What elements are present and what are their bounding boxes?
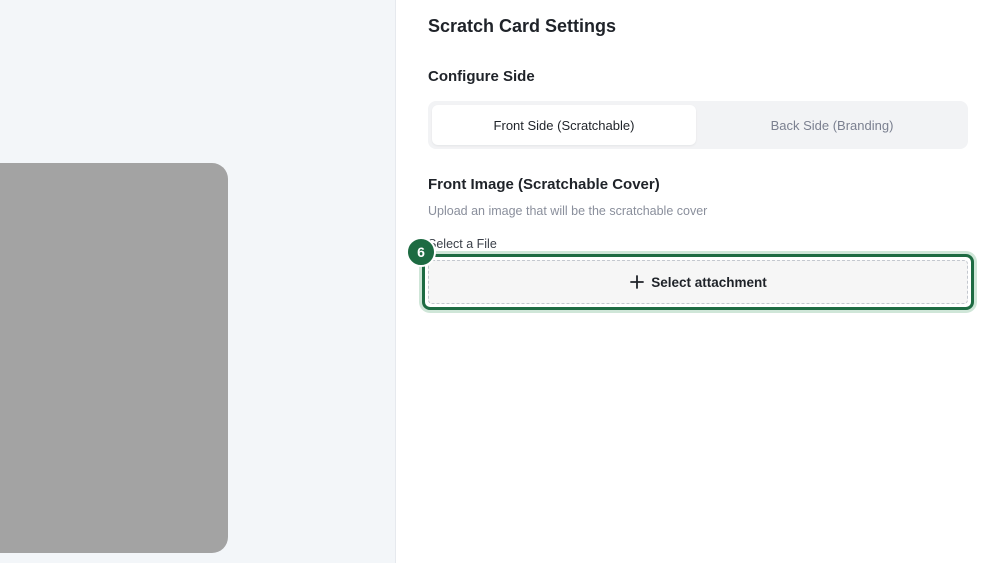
side-toggle: Front Side (Scratchable) Back Side (Bran… (428, 101, 968, 149)
select-attachment-button[interactable]: Select attachment (428, 260, 968, 304)
select-attachment-label: Select attachment (651, 274, 767, 290)
scratch-card-preview (0, 163, 228, 553)
configure-side-label: Configure Side (428, 68, 535, 85)
panel-title: Scratch Card Settings (428, 16, 617, 36)
attachment-dropzone: Select attachment (422, 254, 974, 310)
front-image-title: Front Image (Scratchable Cover) (428, 176, 660, 193)
plus-icon (629, 274, 645, 290)
front-image-description: Upload an image that will be the scratch… (428, 204, 708, 218)
settings-panel: Scratch Card Settings Configure Side Fro… (396, 0, 1000, 563)
tab-back-side[interactable]: Back Side (Branding) (700, 105, 964, 145)
select-file-label: Select a File (428, 237, 497, 251)
card-preview-pane (0, 0, 396, 563)
tab-front-side[interactable]: Front Side (Scratchable) (432, 105, 696, 145)
step-badge: 6 (406, 237, 436, 267)
